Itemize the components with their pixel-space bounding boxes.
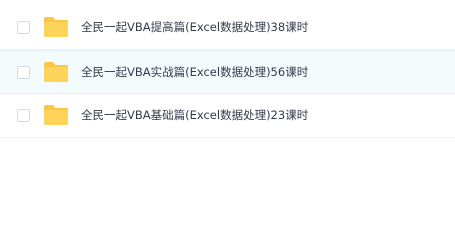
file-name[interactable]: 全民一起VBA基础篇(Excel数据处理)23课时 xyxy=(81,107,308,123)
select-checkbox[interactable] xyxy=(17,109,30,122)
list-item[interactable]: 全民一起VBA实战篇(Excel数据处理)56课时 xyxy=(0,50,455,94)
file-name[interactable]: 全民一起VBA提高篇(Excel数据处理)38课时 xyxy=(81,19,308,35)
list-item[interactable]: 全民一起VBA提高篇(Excel数据处理)38课时 xyxy=(0,6,455,50)
file-list: 全民一起VBA提高篇(Excel数据处理)38课时 全民一起VBA实战篇(Exc… xyxy=(0,6,455,138)
folder-icon xyxy=(44,17,68,37)
folder-icon xyxy=(44,62,68,82)
file-name[interactable]: 全民一起VBA实战篇(Excel数据处理)56课时 xyxy=(81,64,308,80)
select-checkbox[interactable] xyxy=(17,21,30,34)
list-item[interactable]: 全民一起VBA基础篇(Excel数据处理)23课时 xyxy=(0,94,455,138)
select-checkbox[interactable] xyxy=(17,66,30,79)
folder-icon xyxy=(44,105,68,125)
